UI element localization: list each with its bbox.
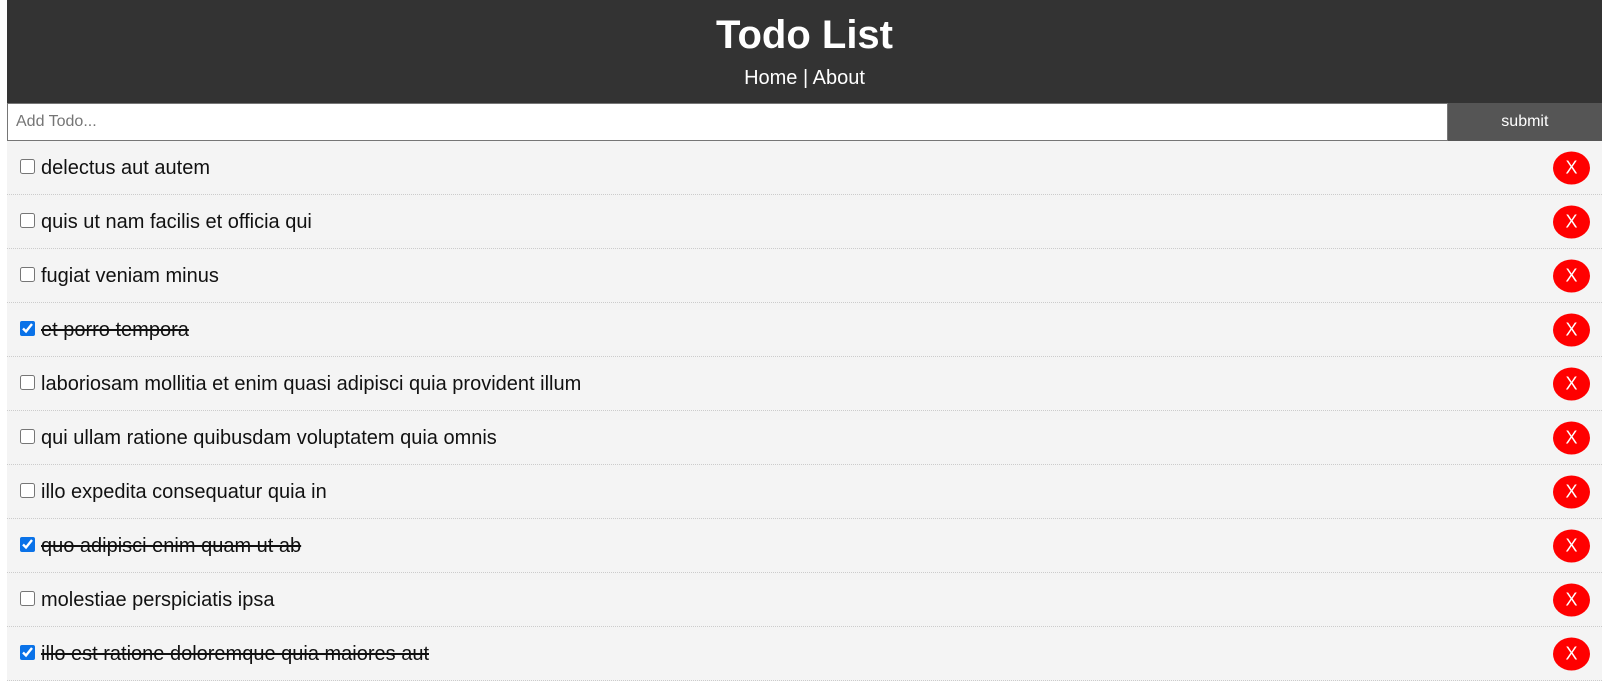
add-todo-form: submit [7,103,1602,141]
todo-checkbox[interactable] [20,537,35,552]
delete-todo-button[interactable]: X [1553,583,1590,616]
todo-title: illo est ratione doloremque quia maiores… [41,642,429,665]
todo-title: illo expedita consequatur quia in [41,480,327,503]
todo-item: quis ut nam facilis et officia qui X [7,195,1602,249]
todo-checkbox[interactable] [20,213,35,228]
nav-link-about[interactable]: About [813,67,865,89]
delete-todo-button[interactable]: X [1553,259,1590,292]
delete-todo-button[interactable]: X [1553,313,1590,346]
todo-checkbox[interactable] [20,645,35,660]
todo-item: fugiat veniam minus X [7,249,1602,303]
todo-item: delectus aut autem X [7,141,1602,195]
todo-title: quo adipisci enim quam ut ab [41,534,302,557]
todo-checkbox[interactable] [20,159,35,174]
todo-checkbox[interactable] [20,321,35,336]
todo-app: Todo List Home | About submit delectus a… [7,0,1602,681]
todo-item: laboriosam mollitia et enim quasi adipis… [7,357,1602,411]
todo-title: laboriosam mollitia et enim quasi adipis… [41,372,582,395]
page-title: Todo List [716,13,893,57]
todo-title: delectus aut autem [41,156,210,179]
delete-todo-button[interactable]: X [1553,637,1590,670]
todo-item: et porro tempora X [7,303,1602,357]
todo-list: delectus aut autem Xquis ut nam facilis e… [7,141,1602,681]
todo-item: qui ullam ratione quibusdam voluptatem q… [7,411,1602,465]
todo-title: fugiat veniam minus [41,264,219,287]
delete-todo-button[interactable]: X [1553,205,1590,238]
todo-checkbox[interactable] [20,375,35,390]
todo-checkbox[interactable] [20,483,35,498]
todo-title: et porro tempora [41,318,189,341]
todo-title: qui ullam ratione quibusdam voluptatem q… [41,426,497,449]
todo-item: illo est ratione doloremque quia maiores… [7,627,1602,681]
todo-item: molestiae perspiciatis ipsa X [7,573,1602,627]
todo-checkbox[interactable] [20,429,35,444]
header: Todo List Home | About [7,0,1602,103]
todo-item: quo adipisci enim quam ut ab X [7,519,1602,573]
delete-todo-button[interactable]: X [1553,529,1590,562]
nav-link-home[interactable]: Home [744,67,797,89]
nav-bar: Home | About [7,66,1602,90]
nav-separator: | [803,67,809,89]
todo-checkbox[interactable] [20,267,35,282]
todo-title: molestiae perspiciatis ipsa [41,588,275,611]
submit-button[interactable]: submit [1447,103,1602,141]
todo-item: illo expedita consequatur quia in X [7,465,1602,519]
delete-todo-button[interactable]: X [1553,475,1590,508]
todo-checkbox[interactable] [20,591,35,606]
todo-title: quis ut nam facilis et officia qui [41,210,312,233]
add-todo-input[interactable] [7,103,1448,141]
delete-todo-button[interactable]: X [1553,421,1590,454]
delete-todo-button[interactable]: X [1553,367,1590,400]
delete-todo-button[interactable]: X [1553,151,1590,184]
